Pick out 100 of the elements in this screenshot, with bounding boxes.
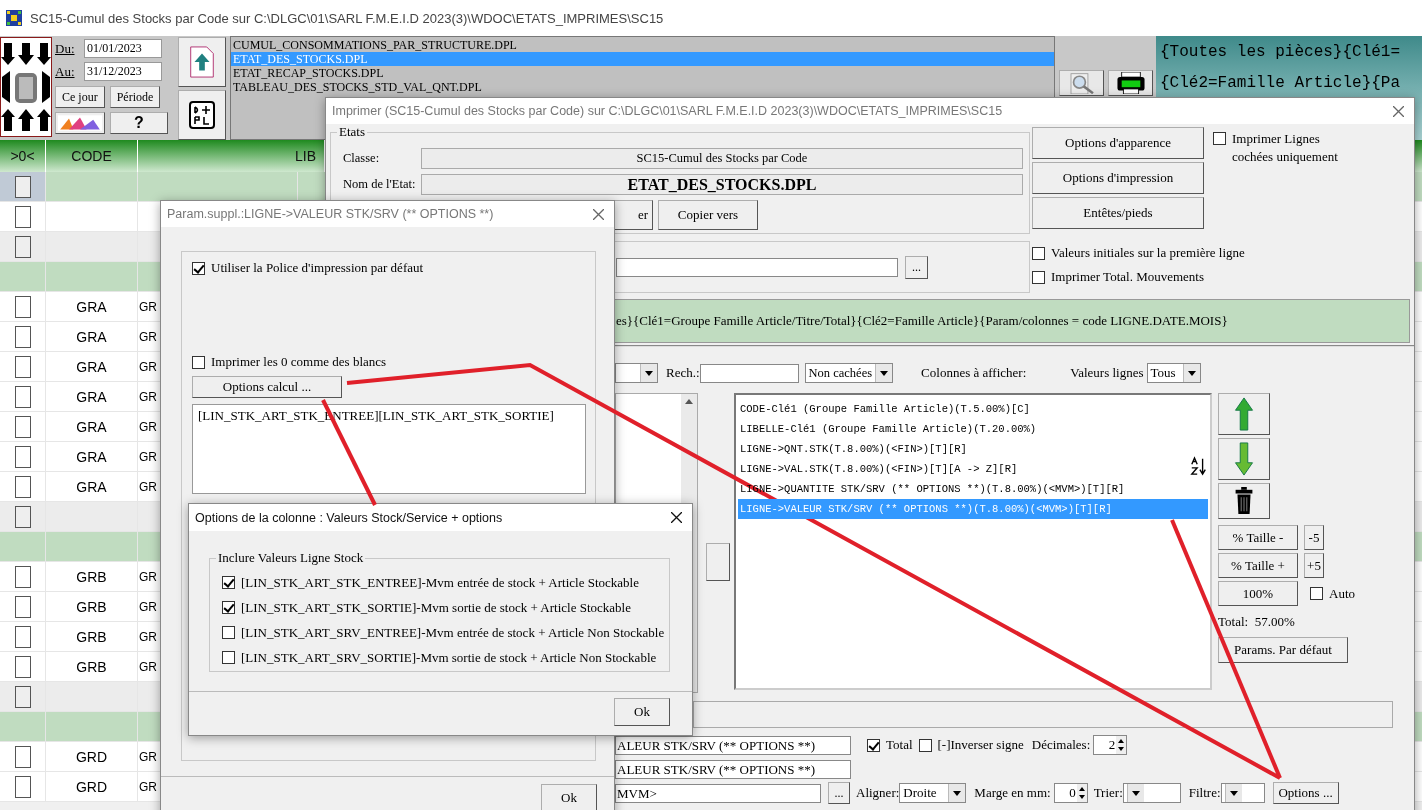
checkbox[interactable] (222, 601, 235, 614)
text-field[interactable]: ALEUR STK/SRV (** OPTIONS **) (615, 759, 851, 779)
help-button[interactable]: ? (110, 112, 168, 134)
row-checkbox[interactable] (14, 775, 31, 798)
row-checkbox[interactable] (14, 295, 31, 318)
spinner-arrows-icon[interactable] (1076, 784, 1087, 802)
scroll-up-icon[interactable] (685, 399, 693, 404)
row-checkbox[interactable] (14, 445, 31, 468)
color-button[interactable] (55, 112, 105, 134)
options-button[interactable]: Options d'apparence (1032, 127, 1204, 159)
move-up-button[interactable] (1218, 393, 1270, 435)
checkbox[interactable] (222, 651, 235, 664)
report-item[interactable]: TABLEAU_DES_STOCKS_STD_VAL_QNT.DPL (231, 80, 1054, 94)
row-checkbox[interactable] (14, 385, 31, 408)
margin-spinner[interactable]: 0 (1053, 783, 1088, 803)
checkbox[interactable] (222, 576, 235, 589)
color-swatch-icon (58, 115, 102, 131)
row-checkbox[interactable] (14, 355, 31, 378)
search-label: Rech.: (666, 365, 700, 381)
export-button[interactable] (178, 37, 226, 87)
size-button[interactable]: 100% (1218, 581, 1298, 606)
report-item[interactable]: CUMUL_CONSOMMATIONS_PAR_STRUCTURE.DPL (231, 38, 1054, 52)
row-checkbox[interactable] (14, 685, 31, 708)
row-checkbox[interactable] (14, 175, 31, 198)
report-action-button[interactable]: Copier vers (658, 200, 758, 230)
search-field[interactable] (699, 363, 799, 383)
report-item[interactable]: ETAT_RECAP_STOCKS.DPL (231, 66, 1054, 80)
size-button[interactable]: % Taille - (1218, 525, 1298, 550)
date-field[interactable]: 01/01/2023 (84, 39, 162, 58)
field-label: Classe: (343, 150, 381, 166)
visibility-dropdown[interactable]: Non cachées (804, 363, 894, 383)
row-checkbox[interactable] (14, 505, 31, 528)
checkbox-label: Imprimer les 0 comme des blancs (211, 354, 387, 370)
caret-icon (645, 370, 653, 376)
date-field[interactable]: 31/12/2023 (84, 62, 162, 81)
checkbox[interactable] (1310, 587, 1323, 600)
dropdown[interactable] (615, 363, 658, 383)
browse-button[interactable]: ... (828, 782, 850, 804)
table-cell: GR (139, 779, 157, 794)
options-button[interactable]: Options ... (1272, 782, 1339, 804)
filter-dropdown[interactable] (1220, 783, 1265, 803)
print-preview-button[interactable] (1059, 70, 1104, 96)
size-button[interactable]: +5 (1304, 553, 1324, 578)
size-button[interactable]: -5 (1304, 525, 1324, 550)
close-icon[interactable] (671, 512, 682, 523)
checkbox[interactable] (1213, 132, 1226, 145)
table-cell: GR (139, 479, 157, 494)
summary-line: {Toutes les pièces}{Clé1= (1160, 42, 1402, 63)
row-checkbox[interactable] (14, 475, 31, 498)
column-item[interactable]: LIGNE->QNT.STK(T.8.00%)(<FIN>)[T][R] (738, 439, 967, 459)
row-checkbox[interactable] (14, 415, 31, 438)
delete-button[interactable] (1218, 483, 1270, 519)
summary-line: {Clé2=Famille Article}{Pa (1160, 73, 1402, 94)
column-item[interactable]: CODE-Clé1 (Groupe Famille Article)(T.5.00%)[C] (738, 399, 1030, 419)
checkbox[interactable] (192, 261, 205, 275)
trash-icon (1234, 487, 1254, 515)
text-field[interactable]: ALEUR STK/SRV (** OPTIONS **) (615, 735, 851, 755)
ok-button[interactable]: Ok (541, 784, 597, 810)
period-button[interactable]: Période (109, 86, 161, 108)
spinner-arrows-icon[interactable] (1116, 736, 1127, 754)
checkbox[interactable] (192, 355, 205, 369)
row-checkbox[interactable] (14, 325, 31, 348)
row-checkbox[interactable] (14, 745, 31, 768)
checkbox[interactable] (222, 626, 235, 639)
browse-button[interactable]: ... (905, 255, 928, 279)
align-dropdown[interactable]: Droite (899, 783, 967, 803)
size-button[interactable]: % Taille + (1218, 553, 1298, 578)
table-cell: GRA (76, 298, 107, 315)
sort-icon[interactable] (1190, 455, 1208, 477)
table-cell: GR (139, 299, 157, 314)
column-item[interactable]: LIBELLE-Clé1 (Groupe Famille Article)(T.20.00%) (738, 419, 1037, 439)
move-button[interactable] (706, 543, 730, 581)
class-field: SC15-Cumul des Stocks par Code (421, 147, 1023, 169)
row-checkbox[interactable] (14, 205, 31, 228)
checkbox[interactable] (867, 738, 880, 752)
checkbox[interactable] (918, 738, 932, 752)
column-item[interactable]: LIGNE->VAL.STK(T.8.00%)(<FIN>)[T][A -> Z][R] (738, 459, 1018, 479)
row-checkbox[interactable] (14, 655, 31, 678)
options-button[interactable]: Options d'impression (1032, 162, 1204, 194)
row-checkbox[interactable] (14, 235, 31, 258)
text-field[interactable]: MVM> (615, 783, 821, 803)
excel-printer-button[interactable] (1108, 70, 1153, 96)
add-page-button[interactable] (178, 90, 226, 140)
checkbox[interactable] (1032, 270, 1045, 284)
row-checkbox[interactable] (14, 595, 31, 618)
calculation-options-button[interactable]: Options calcul ... (192, 376, 342, 398)
dialog-title: Options de la colonne : Valeurs Stock/Service + options (195, 510, 503, 525)
sort-dropdown[interactable] (1122, 783, 1181, 803)
row-checkbox[interactable] (14, 625, 31, 648)
path-field[interactable] (616, 257, 898, 277)
navigation-arrows-icon[interactable] (0, 37, 52, 137)
checkbox[interactable] (1032, 246, 1045, 260)
row-checkbox[interactable] (14, 565, 31, 588)
ok-button[interactable]: Ok (614, 698, 670, 726)
decimals-spinner[interactable]: 2 (1093, 735, 1128, 755)
options-button[interactable]: Entêtes/pieds (1032, 197, 1204, 229)
period-button[interactable]: Ce jour (55, 86, 105, 108)
defaults-button[interactable]: Params. Par défaut (1218, 637, 1348, 663)
values-dropdown[interactable]: Tous (1146, 363, 1201, 383)
move-down-button[interactable] (1218, 438, 1270, 480)
